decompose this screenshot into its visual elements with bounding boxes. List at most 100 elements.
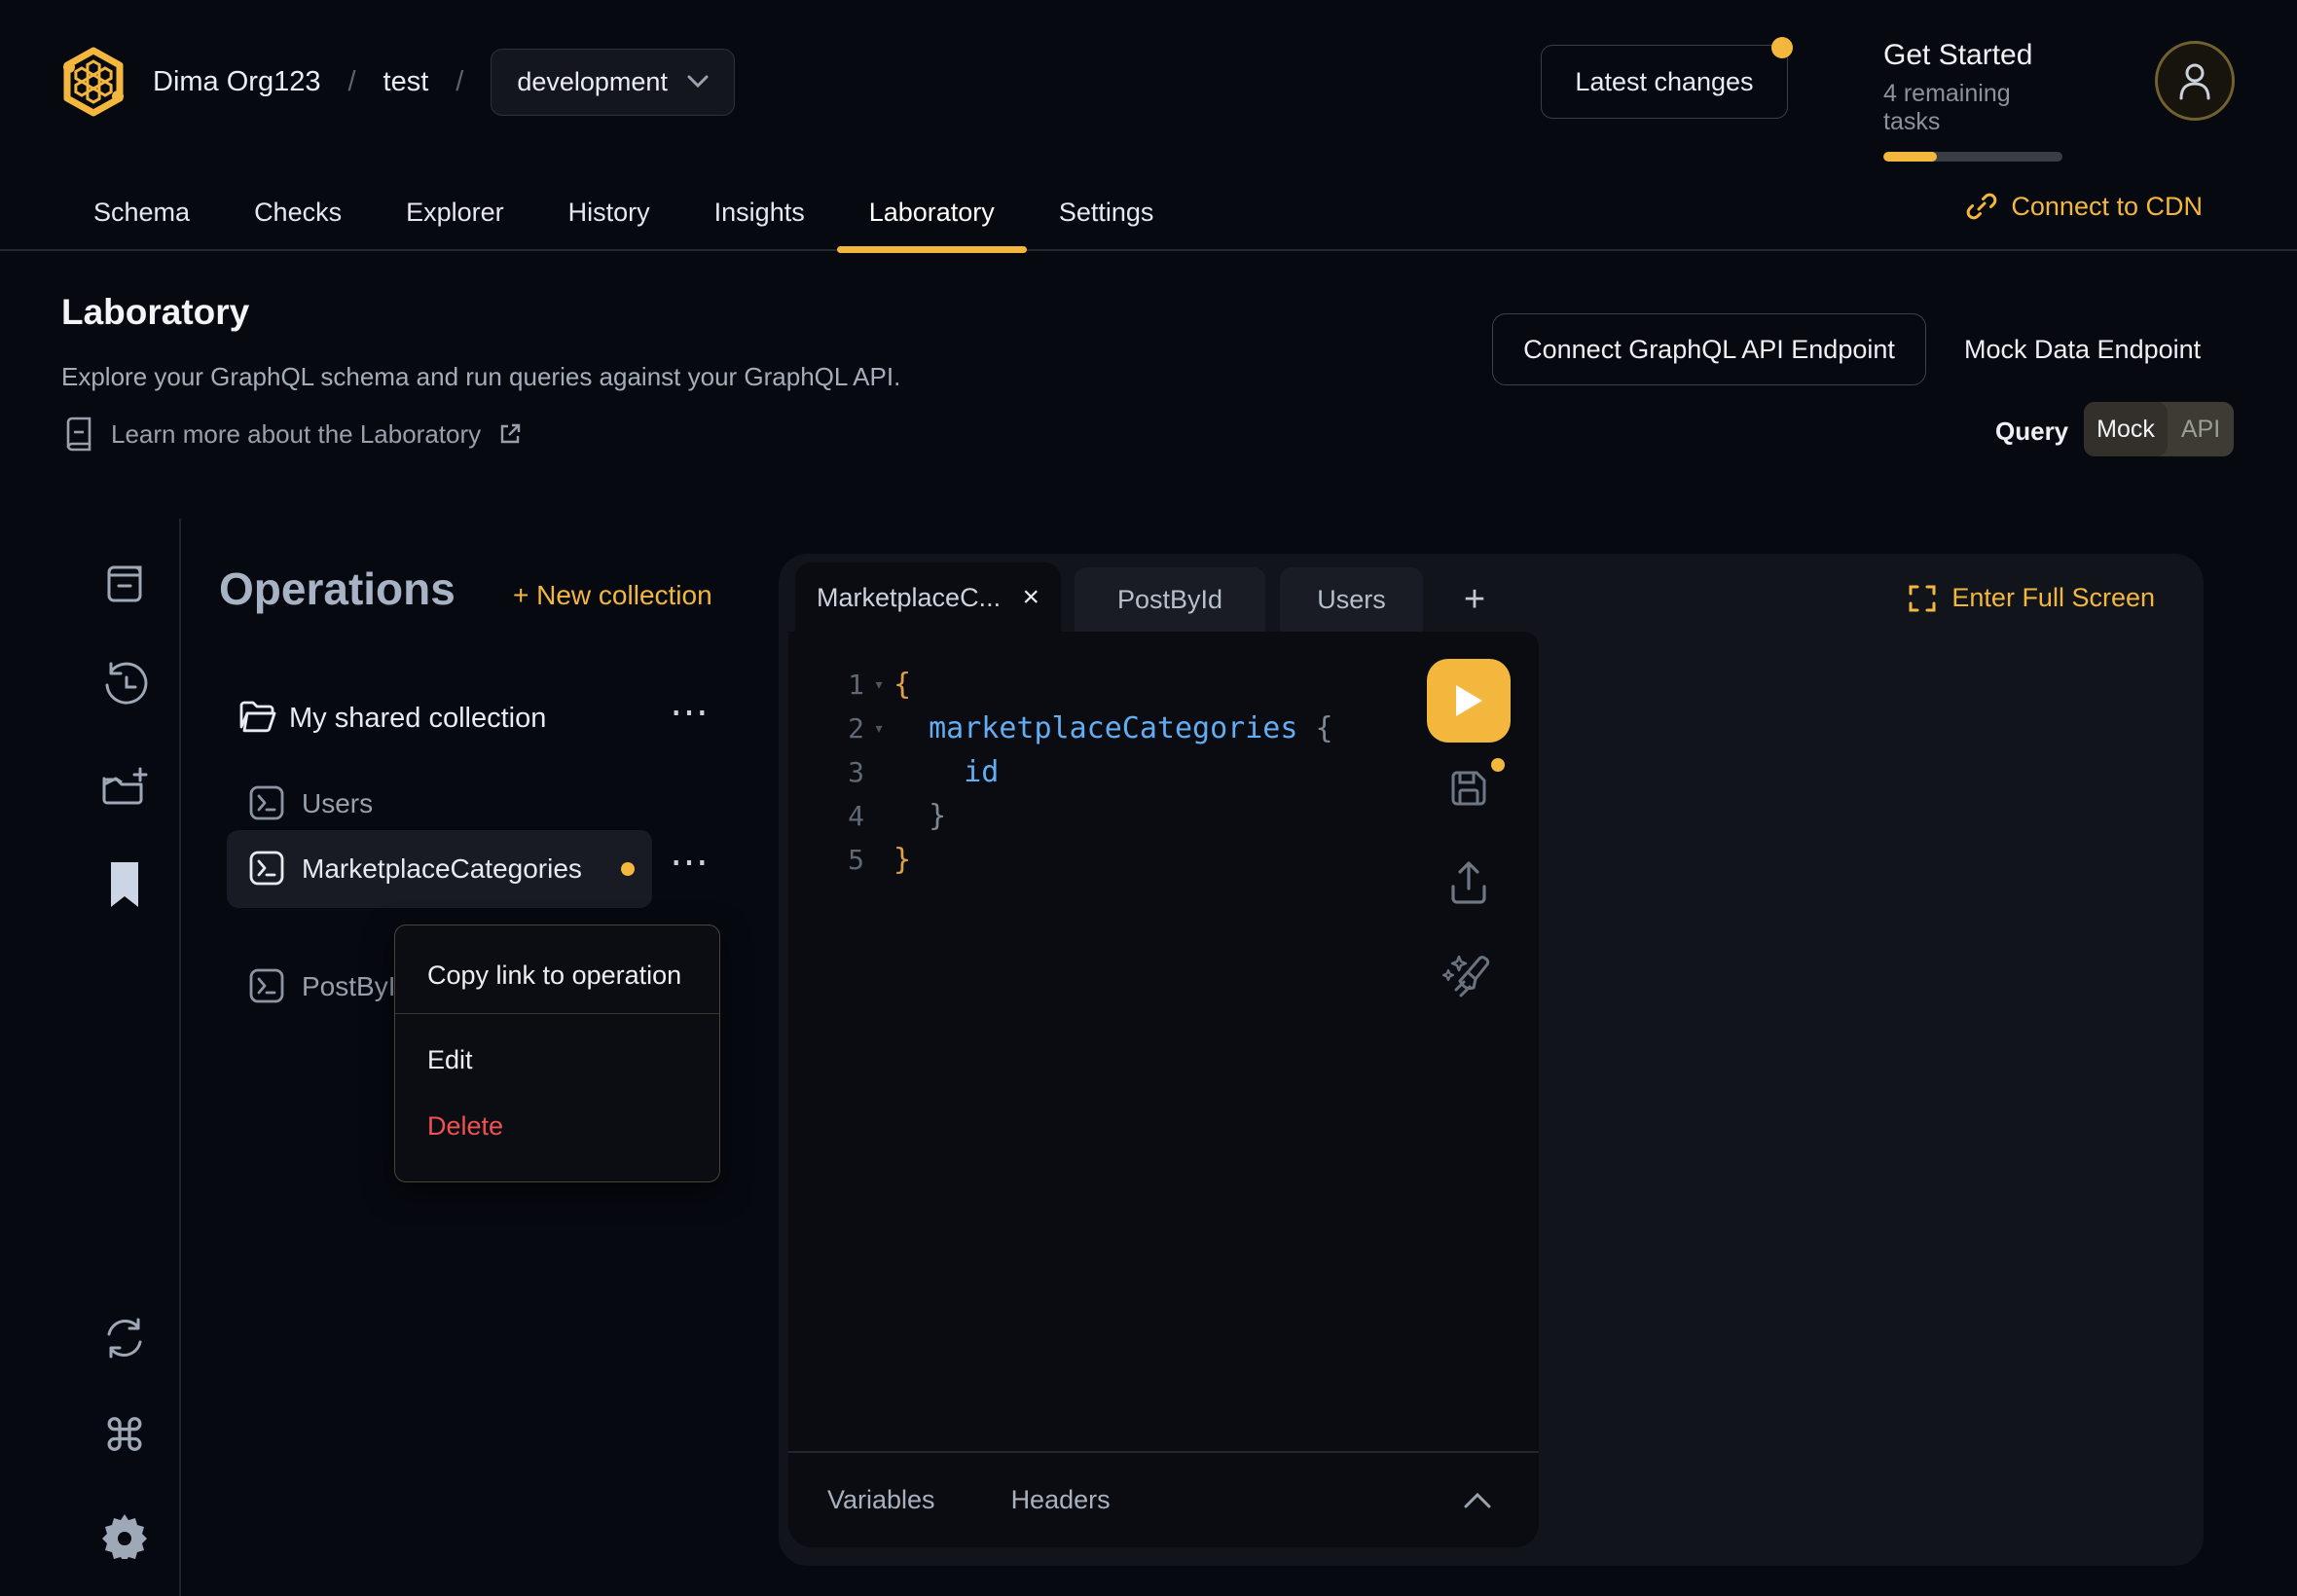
tab-laboratory[interactable]: Laboratory (837, 175, 1027, 249)
share-upload-button[interactable] (1448, 860, 1489, 905)
operation-icon (248, 967, 285, 1004)
get-started-widget[interactable]: Get Started 4 remaining tasks (1883, 39, 2068, 162)
org-name[interactable]: Dima Org123 (153, 66, 320, 98)
editor-tab-label: MarketplaceC... (817, 583, 1006, 613)
unsaved-changes-dot (1491, 758, 1505, 772)
learn-more-link[interactable]: Learn more about the Laboratory (64, 417, 522, 452)
mock-data-endpoint-button[interactable]: Mock Data Endpoint (1964, 313, 2201, 385)
variant-dropdown[interactable]: development (491, 49, 735, 116)
menu-item-delete[interactable]: Delete (395, 1100, 719, 1152)
breadcrumb-separator: / (456, 66, 463, 98)
operation-context-menu: Copy link to operation Edit Delete (394, 925, 720, 1182)
connect-endpoint-label: Connect GraphQL API Endpoint (1523, 335, 1895, 365)
link-icon (1966, 191, 1997, 222)
variant-value: development (517, 67, 668, 97)
page-description: Explore your GraphQL schema and run quer… (61, 362, 900, 392)
save-operation-button[interactable] (1448, 768, 1489, 809)
page-title: Laboratory (61, 292, 249, 333)
editor-tab-users[interactable]: Users (1280, 567, 1423, 632)
tab-checks[interactable]: Checks (222, 175, 374, 249)
play-icon (1452, 682, 1485, 719)
chevron-down-icon (687, 75, 709, 89)
graph-name[interactable]: test (383, 66, 429, 98)
code-line: 4 } (788, 794, 1539, 838)
editor-tab-label: Users (1317, 585, 1386, 615)
operation-icon (248, 850, 285, 887)
line-number: 2 (788, 712, 864, 744)
query-mode-toggle: Mock API (2084, 402, 2234, 456)
code-token: { (1297, 711, 1332, 745)
code-token: id (893, 755, 999, 789)
code-line: 3 id (788, 750, 1539, 794)
add-tab-button[interactable]: + (1450, 567, 1499, 632)
operation-item-users[interactable]: Users (302, 788, 373, 819)
line-number: 5 (788, 844, 864, 876)
variables-tab[interactable]: Variables (827, 1485, 935, 1515)
documentation-archive-icon[interactable] (99, 560, 150, 606)
code-line: 5 } (788, 838, 1539, 882)
menu-item-copy-link[interactable]: Copy link to operation (395, 949, 719, 1001)
enter-full-screen-button[interactable]: Enter Full Screen (1908, 583, 2155, 613)
mock-data-endpoint-label: Mock Data Endpoint (1964, 335, 2201, 365)
sync-icon[interactable] (99, 1315, 150, 1361)
operation-icon (248, 784, 285, 821)
rail-divider (179, 519, 181, 1596)
book-icon (64, 417, 93, 452)
fold-caret-icon[interactable]: ▾ (864, 718, 893, 739)
operation-item-marketplace-categories[interactable]: MarketplaceCategories (302, 853, 582, 885)
breadcrumb-separator: / (347, 66, 355, 98)
progress-fill (1883, 152, 1937, 162)
run-query-button[interactable] (1427, 659, 1511, 743)
tab-history[interactable]: History (536, 175, 682, 249)
bookmark-icon[interactable] (99, 860, 150, 909)
headers-tab[interactable]: Headers (1011, 1485, 1111, 1515)
prettify-broom-icon[interactable] (1442, 951, 1493, 1001)
editor-tab-marketplace[interactable]: MarketplaceC... × (795, 562, 1061, 633)
logo-hexagon-icon[interactable] (61, 47, 126, 117)
gear-icon[interactable] (99, 1510, 150, 1559)
code-token: { (893, 668, 911, 702)
editor-tab-postbyid[interactable]: PostById (1075, 567, 1265, 632)
command-glyph: ⌘ (102, 1413, 147, 1458)
code-token: marketplaceCategories (893, 711, 1297, 745)
latest-changes-label: Latest changes (1575, 67, 1753, 97)
query-editor[interactable]: 1 ▾ { 2 ▾ marketplaceCategories { 3 id 4 (788, 632, 1539, 1547)
new-folder-icon[interactable] (99, 765, 150, 810)
toggle-option-api[interactable]: API (2168, 402, 2234, 456)
tab-insights[interactable]: Insights (682, 175, 837, 249)
new-collection-button[interactable]: + New collection (513, 580, 712, 611)
connect-to-cdn-link[interactable]: Connect to CDN (1966, 191, 2203, 222)
external-link-icon (498, 422, 522, 446)
chevron-up-icon[interactable] (1463, 1492, 1492, 1509)
operations-heading: Operations (219, 562, 456, 615)
latest-changes-button[interactable]: Latest changes (1541, 45, 1788, 119)
notification-dot (1771, 37, 1793, 58)
fold-caret-icon[interactable]: ▾ (864, 674, 893, 695)
code-token: } (893, 843, 911, 877)
unsaved-changes-dot (621, 862, 635, 876)
command-shortcuts-icon[interactable]: ⌘ (99, 1413, 150, 1458)
get-started-progressbar (1883, 152, 2062, 162)
line-number: 1 (788, 669, 864, 701)
tab-settings[interactable]: Settings (1027, 175, 1186, 249)
close-icon[interactable]: × (1022, 583, 1039, 612)
folder-open-icon (238, 698, 277, 733)
primary-nav: Schema Checks Explorer History Insights … (0, 175, 2297, 251)
connect-graphql-endpoint-button[interactable]: Connect GraphQL API Endpoint (1492, 313, 1926, 385)
user-avatar[interactable] (2155, 41, 2235, 121)
tab-explorer[interactable]: Explorer (374, 175, 536, 249)
collection-menu-button[interactable]: ⋯ (670, 693, 711, 732)
toggle-option-mock[interactable]: Mock (2084, 402, 2168, 456)
fullscreen-icon (1908, 584, 1937, 613)
query-label: Query (1995, 417, 2068, 447)
history-icon[interactable] (99, 662, 150, 708)
collection-name[interactable]: My shared collection (289, 703, 546, 735)
line-number: 4 (788, 800, 864, 832)
breadcrumb: Dima Org123 / test / development (61, 47, 735, 117)
operation-menu-button[interactable]: ⋯ (670, 843, 711, 882)
menu-item-edit[interactable]: Edit (395, 1034, 719, 1086)
get-started-subtitle: 4 remaining tasks (1883, 80, 2068, 136)
tab-schema[interactable]: Schema (61, 175, 222, 249)
person-icon (2177, 61, 2212, 100)
get-started-title: Get Started (1883, 39, 2068, 72)
